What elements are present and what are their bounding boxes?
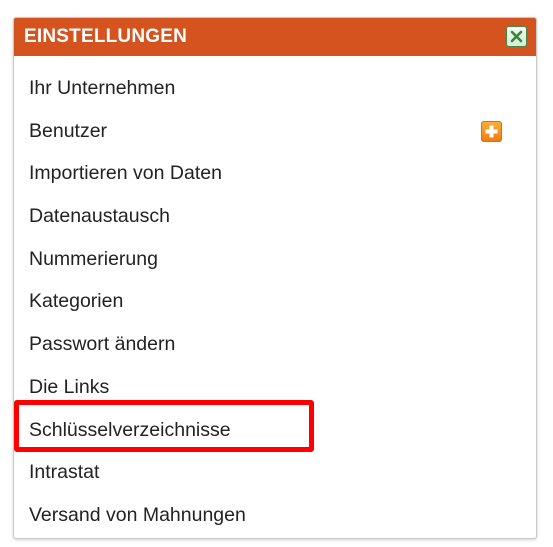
menu-item-label: Ihr Unternehmen: [29, 77, 176, 99]
menu-item-label: Intrastat: [29, 461, 100, 484]
menu-item-importieren-von-daten[interactable]: Importieren von Daten: [14, 152, 536, 195]
menu-item-passwort-aendern[interactable]: Passwort ändern: [14, 323, 536, 366]
highlight-box: [14, 400, 314, 452]
menu-item-versand-von-mahnungen[interactable]: Versand von Mahnungen: [14, 494, 536, 537]
menu-item-label: Nummerierung: [29, 247, 158, 270]
menu-item-label: Die Links: [29, 375, 110, 398]
menu-item-ihr-unternehmen[interactable]: Ihr Unternehmen: [14, 67, 536, 110]
menu-item-label: Importieren von Daten: [29, 162, 222, 185]
menu-item-label: Kategorien: [29, 290, 124, 313]
menu-item-label: Passwort ändern: [29, 333, 176, 356]
settings-menu: Ihr Unternehmen Benutzer Importieren von…: [14, 56, 536, 537]
close-button[interactable]: [506, 26, 527, 47]
menu-item-label: Datenaustausch: [29, 205, 170, 228]
menu-item-nummerierung[interactable]: Nummerierung: [14, 238, 536, 281]
panel-title: EINSTELLUNGEN: [24, 26, 188, 47]
menu-item-benutzer[interactable]: Benutzer: [14, 110, 536, 153]
settings-panel: EINSTELLUNGEN Ihr Unternehmen Benutzer I…: [13, 17, 537, 539]
menu-item-datenaustausch[interactable]: Datenaustausch: [14, 195, 536, 238]
panel-header: EINSTELLUNGEN: [14, 18, 536, 56]
add-user-button[interactable]: [481, 120, 502, 142]
menu-item-intrastat[interactable]: Intrastat: [14, 451, 536, 494]
menu-item-kategorien[interactable]: Kategorien: [14, 280, 536, 323]
menu-item-label: Versand von Mahnungen: [29, 503, 246, 526]
menu-item-label: Benutzer: [29, 119, 108, 142]
